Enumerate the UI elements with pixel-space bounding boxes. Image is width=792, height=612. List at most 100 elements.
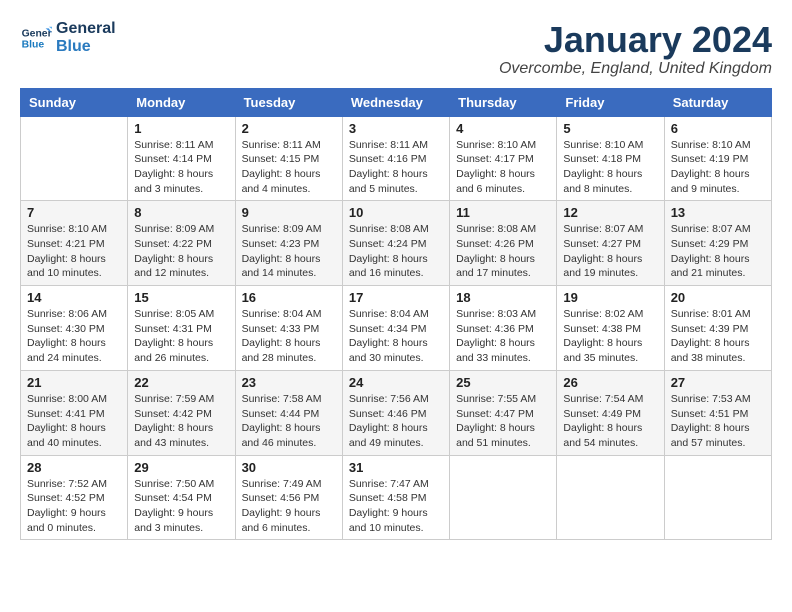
calendar-cell: 2 Sunrise: 8:11 AM Sunset: 4:15 PM Daylig… — [235, 116, 342, 201]
day-info: Sunrise: 8:09 AM Sunset: 4:22 PM Dayligh… — [134, 222, 228, 281]
day-number: 3 — [349, 121, 443, 136]
logo-line1: General — [56, 20, 116, 38]
calendar-cell: 22Sunrise: 7:59 AM Sunset: 4:42 PM Dayli… — [128, 370, 235, 455]
svg-text:Blue: Blue — [22, 39, 45, 50]
calendar-cell: 16Sunrise: 8:04 AM Sunset: 4:33 PM Dayli… — [235, 286, 342, 371]
calendar-cell: 21Sunrise: 8:00 AM Sunset: 4:41 PM Dayli… — [21, 370, 128, 455]
calendar-week-row: 21Sunrise: 8:00 AM Sunset: 4:41 PM Dayli… — [21, 370, 772, 455]
calendar-header-row: SundayMondayTuesdayWednesdayThursdayFrid… — [21, 88, 772, 116]
calendar-table: SundayMondayTuesdayWednesdayThursdayFrid… — [20, 88, 772, 541]
day-number: 22 — [134, 375, 228, 390]
calendar-cell: 30Sunrise: 7:49 AM Sunset: 4:56 PM Dayli… — [235, 455, 342, 540]
page-header: General Blue General Blue January 2024 O… — [20, 20, 772, 78]
calendar-cell: 9 Sunrise: 8:09 AM Sunset: 4:23 PM Daylig… — [235, 201, 342, 286]
day-number: 4 — [456, 121, 550, 136]
day-info: Sunrise: 8:01 AM Sunset: 4:39 PM Dayligh… — [671, 307, 765, 366]
logo-icon: General Blue — [20, 22, 52, 54]
day-number: 20 — [671, 290, 765, 305]
day-number: 15 — [134, 290, 228, 305]
day-number: 23 — [242, 375, 336, 390]
day-info: Sunrise: 8:07 AM Sunset: 4:27 PM Dayligh… — [563, 222, 657, 281]
day-number: 13 — [671, 205, 765, 220]
calendar-cell: 10 Sunrise: 8:08 AM Sunset: 4:24 PM Dayli… — [342, 201, 449, 286]
day-number: 7 — [27, 205, 121, 220]
svg-text:General: General — [22, 28, 52, 39]
day-info: Sunrise: 8:10 AM Sunset: 4:19 PM Dayligh… — [671, 138, 765, 197]
day-number: 25 — [456, 375, 550, 390]
day-info: Sunrise: 8:05 AM Sunset: 4:31 PM Dayligh… — [134, 307, 228, 366]
day-info: Sunrise: 7:58 AM Sunset: 4:44 PM Dayligh… — [242, 392, 336, 451]
calendar-cell — [450, 455, 557, 540]
day-number: 9 — [242, 205, 336, 220]
calendar-cell — [557, 455, 664, 540]
day-info: Sunrise: 8:08 AM Sunset: 4:26 PM Dayligh… — [456, 222, 550, 281]
day-number: 1 — [134, 121, 228, 136]
day-info: Sunrise: 8:10 AM Sunset: 4:17 PM Dayligh… — [456, 138, 550, 197]
calendar-cell: 8Sunrise: 8:09 AM Sunset: 4:22 PM Daylig… — [128, 201, 235, 286]
calendar-cell — [664, 455, 771, 540]
day-number: 26 — [563, 375, 657, 390]
day-info: Sunrise: 7:47 AM Sunset: 4:58 PM Dayligh… — [349, 477, 443, 536]
calendar-cell: 28 Sunrise: 7:52 AM Sunset: 4:52 PM Dayli… — [21, 455, 128, 540]
logo: General Blue General Blue — [20, 20, 116, 55]
day-info: Sunrise: 8:11 AM Sunset: 4:15 PM Dayligh… — [242, 138, 336, 197]
calendar-cell: 11 Sunrise: 8:08 AM Sunset: 4:26 PM Dayli… — [450, 201, 557, 286]
day-number: 10 — [349, 205, 443, 220]
calendar-cell: 19 Sunrise: 8:02 AM Sunset: 4:38 PM Dayli… — [557, 286, 664, 371]
calendar-week-row: 1Sunrise: 8:11 AM Sunset: 4:14 PM Daylig… — [21, 116, 772, 201]
day-info: Sunrise: 7:55 AM Sunset: 4:47 PM Dayligh… — [456, 392, 550, 451]
day-info: Sunrise: 8:06 AM Sunset: 4:30 PM Dayligh… — [27, 307, 121, 366]
day-number: 2 — [242, 121, 336, 136]
calendar-cell: 20 Sunrise: 8:01 AM Sunset: 4:39 PM Dayli… — [664, 286, 771, 371]
day-header-tuesday: Tuesday — [235, 88, 342, 116]
day-header-monday: Monday — [128, 88, 235, 116]
day-number: 12 — [563, 205, 657, 220]
day-number: 16 — [242, 290, 336, 305]
day-info: Sunrise: 8:10 AM Sunset: 4:21 PM Dayligh… — [27, 222, 121, 281]
calendar-week-row: 14Sunrise: 8:06 AM Sunset: 4:30 PM Dayli… — [21, 286, 772, 371]
day-number: 11 — [456, 205, 550, 220]
day-number: 30 — [242, 460, 336, 475]
day-info: Sunrise: 7:52 AM Sunset: 4:52 PM Dayligh… — [27, 477, 121, 536]
calendar-cell — [21, 116, 128, 201]
calendar-cell: 6 Sunrise: 8:10 AM Sunset: 4:19 PM Daylig… — [664, 116, 771, 201]
day-number: 27 — [671, 375, 765, 390]
calendar-week-row: 28 Sunrise: 7:52 AM Sunset: 4:52 PM Dayli… — [21, 455, 772, 540]
calendar-cell: 25 Sunrise: 7:55 AM Sunset: 4:47 PM Dayli… — [450, 370, 557, 455]
day-number: 31 — [349, 460, 443, 475]
day-header-friday: Friday — [557, 88, 664, 116]
calendar-cell: 1Sunrise: 8:11 AM Sunset: 4:14 PM Daylig… — [128, 116, 235, 201]
calendar-cell: 29Sunrise: 7:50 AM Sunset: 4:54 PM Dayli… — [128, 455, 235, 540]
calendar-cell: 31 Sunrise: 7:47 AM Sunset: 4:58 PM Dayli… — [342, 455, 449, 540]
calendar-cell: 7 Sunrise: 8:10 AM Sunset: 4:21 PM Daylig… — [21, 201, 128, 286]
day-number: 24 — [349, 375, 443, 390]
day-info: Sunrise: 8:10 AM Sunset: 4:18 PM Dayligh… — [563, 138, 657, 197]
calendar-cell: 23 Sunrise: 7:58 AM Sunset: 4:44 PM Dayli… — [235, 370, 342, 455]
day-number: 19 — [563, 290, 657, 305]
day-number: 21 — [27, 375, 121, 390]
day-number: 17 — [349, 290, 443, 305]
day-number: 18 — [456, 290, 550, 305]
day-number: 6 — [671, 121, 765, 136]
calendar-cell: 14Sunrise: 8:06 AM Sunset: 4:30 PM Dayli… — [21, 286, 128, 371]
day-info: Sunrise: 7:54 AM Sunset: 4:49 PM Dayligh… — [563, 392, 657, 451]
day-info: Sunrise: 7:50 AM Sunset: 4:54 PM Dayligh… — [134, 477, 228, 536]
day-info: Sunrise: 8:09 AM Sunset: 4:23 PM Dayligh… — [242, 222, 336, 281]
calendar-cell: 17 Sunrise: 8:04 AM Sunset: 4:34 PM Dayli… — [342, 286, 449, 371]
day-info: Sunrise: 8:11 AM Sunset: 4:16 PM Dayligh… — [349, 138, 443, 197]
calendar-cell: 26 Sunrise: 7:54 AM Sunset: 4:49 PM Dayli… — [557, 370, 664, 455]
day-header-thursday: Thursday — [450, 88, 557, 116]
calendar-cell: 4 Sunrise: 8:10 AM Sunset: 4:17 PM Daylig… — [450, 116, 557, 201]
day-number: 28 — [27, 460, 121, 475]
day-info: Sunrise: 7:53 AM Sunset: 4:51 PM Dayligh… — [671, 392, 765, 451]
day-header-sunday: Sunday — [21, 88, 128, 116]
day-info: Sunrise: 8:08 AM Sunset: 4:24 PM Dayligh… — [349, 222, 443, 281]
day-info: Sunrise: 8:04 AM Sunset: 4:34 PM Dayligh… — [349, 307, 443, 366]
title-area: January 2024 Overcombe, England, United … — [499, 20, 772, 78]
calendar-cell: 18Sunrise: 8:03 AM Sunset: 4:36 PM Dayli… — [450, 286, 557, 371]
calendar-cell: 15 Sunrise: 8:05 AM Sunset: 4:31 PM Dayli… — [128, 286, 235, 371]
month-title: January 2024 — [499, 20, 772, 60]
day-header-saturday: Saturday — [664, 88, 771, 116]
day-info: Sunrise: 8:02 AM Sunset: 4:38 PM Dayligh… — [563, 307, 657, 366]
day-info: Sunrise: 7:56 AM Sunset: 4:46 PM Dayligh… — [349, 392, 443, 451]
